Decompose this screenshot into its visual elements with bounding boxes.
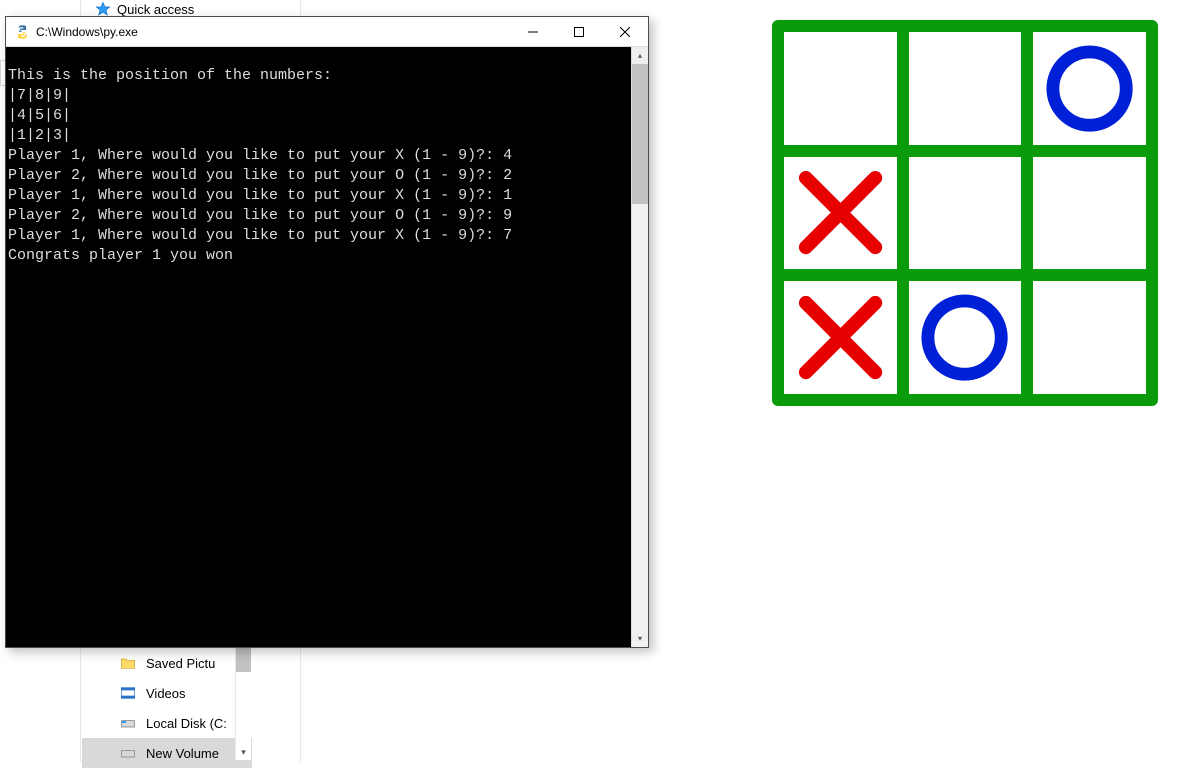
board-cell-6[interactable] <box>1033 157 1146 270</box>
explorer-sidebar-list: Saved Pictu Videos Local Disk (C: New Vo… <box>82 648 252 768</box>
sidebar-item-local-disk-c[interactable]: Local Disk (C: <box>82 708 252 738</box>
window-title: C:\Windows\py.exe <box>36 25 138 39</box>
sidebar-item-label: Saved Pictu <box>146 656 215 671</box>
sidebar-item-label: New Volume <box>146 746 219 761</box>
disk-icon <box>120 745 136 761</box>
chevron-down-icon[interactable]: ▾ <box>236 744 251 760</box>
sidebar-item-videos[interactable]: Videos <box>82 678 252 708</box>
disk-icon <box>120 715 136 731</box>
console-output: This is the position of the numbers: |7|… <box>6 62 631 632</box>
board-cell-4[interactable] <box>784 157 897 270</box>
board-cell-3[interactable] <box>1033 281 1146 394</box>
o-mark-icon <box>915 288 1014 387</box>
console-window: C:\Windows\py.exe This is the position o… <box>5 16 649 648</box>
board-cell-1[interactable] <box>784 281 897 394</box>
x-mark-icon <box>791 163 890 262</box>
star-icon <box>95 1 111 17</box>
board-cell-9[interactable] <box>1033 32 1146 145</box>
explorer-scrollbar[interactable]: ▾ <box>235 648 251 760</box>
o-mark-icon <box>1040 39 1139 138</box>
video-icon <box>120 685 136 701</box>
titlebar[interactable]: C:\Windows\py.exe <box>6 17 648 47</box>
scrollbar-thumb[interactable] <box>632 64 648 204</box>
minimize-button[interactable] <box>510 17 556 47</box>
sidebar-item-new-volume[interactable]: New Volume <box>82 738 252 768</box>
scrollbar-thumb[interactable] <box>236 648 251 672</box>
tictactoe-board <box>772 20 1158 406</box>
board-cell-8[interactable] <box>909 32 1022 145</box>
board-cell-2[interactable] <box>909 281 1022 394</box>
sidebar-item-label: Videos <box>146 686 186 701</box>
scroll-down-button[interactable]: ▾ <box>632 630 648 647</box>
close-button[interactable] <box>602 17 648 47</box>
python-icon <box>14 24 30 40</box>
console-scrollbar[interactable]: ▴ ▾ <box>631 47 648 647</box>
sidebar-item-label: Local Disk (C: <box>146 716 227 731</box>
maximize-button[interactable] <box>556 17 602 47</box>
console-body: This is the position of the numbers: |7|… <box>6 47 648 647</box>
x-mark-icon <box>791 288 890 387</box>
quick-access-label: Quick access <box>117 2 194 17</box>
board-cell-5[interactable] <box>909 157 1022 270</box>
scroll-up-button[interactable]: ▴ <box>632 47 648 64</box>
board-cell-7[interactable] <box>784 32 897 145</box>
sidebar-item-saved-pictures[interactable]: Saved Pictu <box>82 648 252 678</box>
folder-icon <box>120 655 136 671</box>
